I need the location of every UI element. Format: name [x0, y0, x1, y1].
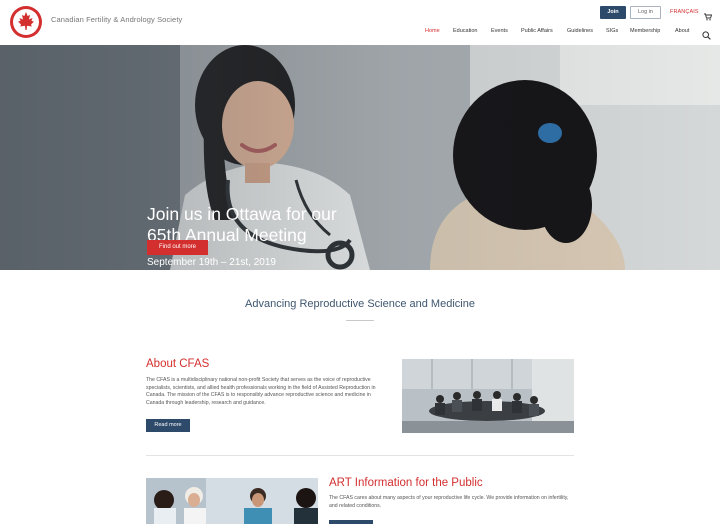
login-button[interactable]: Log in	[630, 6, 661, 19]
section-divider	[146, 455, 574, 456]
meeting-room-image	[402, 359, 574, 433]
nav-item-education[interactable]: Education	[453, 28, 477, 34]
hero-banner: Join us in Ottawa for our 65th Annual Me…	[0, 45, 720, 270]
nav-item-sigs[interactable]: SIGs	[606, 28, 618, 34]
hero-title-line1: Join us in Ottawa for our	[147, 204, 337, 224]
tagline-divider	[346, 320, 374, 321]
cart-icon[interactable]	[704, 8, 713, 21]
join-button[interactable]: Join	[600, 6, 626, 19]
about-description: The CFAS is a multidisciplinary national…	[146, 377, 376, 406]
find-out-more-button[interactable]: Find out more	[147, 240, 208, 255]
search-icon[interactable]	[702, 27, 711, 40]
art-info-description: The CFAS cares about many aspects of you…	[329, 495, 569, 509]
nav-item-about[interactable]: About	[675, 28, 689, 34]
about-heading: About CFAS	[146, 358, 210, 370]
nav-item-events[interactable]: Events	[491, 28, 508, 34]
nav-item-public-affairs[interactable]: Public Affairs	[521, 28, 553, 34]
art-info-heading: ART Information for the Public	[329, 477, 483, 489]
nav-item-guidelines[interactable]: Guidelines	[567, 28, 593, 34]
site-name[interactable]: Canadian Fertility & Andrology Society	[51, 15, 182, 24]
language-toggle-link[interactable]: FRANÇAIS	[670, 9, 699, 15]
nav-item-membership[interactable]: Membership	[630, 28, 660, 34]
tagline-heading: Advancing Reproductive Science and Medic…	[245, 298, 475, 310]
public-info-image	[146, 478, 318, 524]
site-header: Canadian Fertility & Andrology Society J…	[0, 0, 720, 45]
art-info-button[interactable]	[329, 520, 373, 524]
hero-date: September 19th – 21st, 2019	[147, 257, 276, 268]
read-more-button[interactable]: Read more	[146, 419, 190, 432]
nav-item-home[interactable]: Home	[425, 28, 440, 34]
cfas-logo-icon[interactable]	[10, 6, 42, 38]
